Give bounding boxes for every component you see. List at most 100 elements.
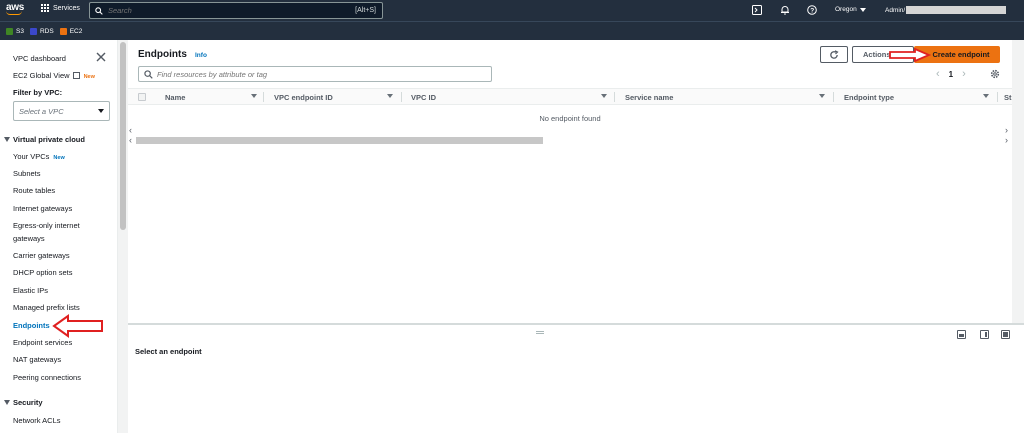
- sort-icon[interactable]: [601, 94, 607, 98]
- pagination: ‹ 1 ›: [936, 68, 966, 80]
- sidebar-item-managed-prefix-lists[interactable]: Managed prefix lists: [13, 303, 80, 312]
- sidebar-item-subnets[interactable]: Subnets: [13, 169, 41, 178]
- favorite-label: EC2: [69, 27, 83, 35]
- column-header-status[interactable]: St: [1004, 93, 1012, 102]
- column-header-service-name[interactable]: Service name: [625, 93, 673, 102]
- column-divider[interactable]: [263, 92, 264, 102]
- sidebar-item-egress-only-internet-gateways-line2[interactable]: gateways: [13, 234, 45, 243]
- column-divider[interactable]: [833, 92, 834, 102]
- redacted-account-id: [906, 6, 1007, 14]
- info-link[interactable]: Info: [195, 52, 207, 59]
- sidebar-item-network-acls[interactable]: Network ACLs: [13, 416, 61, 425]
- sidebar-item-label: Your VPCs: [13, 152, 50, 161]
- sidebar-item-internet-gateways[interactable]: Internet gateways: [13, 204, 72, 213]
- close-icon[interactable]: [96, 52, 106, 62]
- favorite-s3[interactable]: S3: [6, 27, 24, 35]
- scrollbar-thumb[interactable]: [120, 42, 126, 230]
- favorite-label: S3: [16, 27, 24, 35]
- section-virtual-private-cloud[interactable]: Virtual private cloud: [4, 135, 85, 144]
- caret-down-icon: [98, 109, 104, 113]
- caret-down-icon: [4, 400, 10, 405]
- column-divider[interactable]: [997, 92, 998, 102]
- sort-icon[interactable]: [819, 94, 825, 98]
- region-label: Oregon: [835, 6, 857, 13]
- sidebar-scrollbar[interactable]: [118, 40, 128, 433]
- resource-filter[interactable]: [138, 66, 492, 82]
- column-header-vpc-id[interactable]: VPC ID: [411, 93, 436, 102]
- panel-bottom-icon[interactable]: [957, 330, 966, 339]
- cloudshell-icon[interactable]: [752, 5, 762, 15]
- services-menu-button[interactable]: Services: [41, 4, 80, 12]
- search-icon: [144, 69, 153, 79]
- section-label: Security: [13, 398, 43, 407]
- sidebar: VPC dashboard EC2 Global View New Filter …: [0, 40, 118, 433]
- global-search[interactable]: [Alt+S]: [89, 2, 383, 19]
- section-label: Virtual private cloud: [13, 135, 85, 144]
- help-icon[interactable]: ?: [807, 5, 817, 15]
- chevron-left-icon[interactable]: ‹: [129, 125, 132, 135]
- sidebar-item-vpc-dashboard[interactable]: VPC dashboard: [13, 54, 66, 63]
- resize-handle-icon[interactable]: [536, 331, 544, 334]
- sort-icon[interactable]: [983, 94, 989, 98]
- grid-icon: [41, 4, 49, 12]
- select-all-checkbox[interactable]: [138, 93, 146, 101]
- empty-state-message: No endpoint found: [539, 114, 601, 123]
- main-scrollbar[interactable]: [1012, 40, 1024, 323]
- column-header-endpoint-type[interactable]: Endpoint type: [844, 93, 894, 102]
- refresh-button[interactable]: [820, 46, 848, 63]
- column-divider[interactable]: [614, 92, 615, 102]
- column-divider[interactable]: [401, 92, 402, 102]
- table-horizontal-scrollbar[interactable]: ‹ ›: [128, 135, 1012, 145]
- sidebar-item-dhcp-option-sets[interactable]: DHCP option sets: [13, 268, 72, 277]
- chevron-right-icon[interactable]: ›: [962, 68, 966, 80]
- sidebar-item-nat-gateways[interactable]: NAT gateways: [13, 355, 61, 364]
- sidebar-item-ec2-global-view[interactable]: EC2 Global View New: [13, 71, 95, 80]
- rds-icon: [29, 27, 37, 35]
- chevron-left-icon[interactable]: ‹: [936, 68, 940, 80]
- vpc-filter-select[interactable]: Select a VPC: [13, 101, 110, 121]
- external-link-icon: [72, 72, 80, 79]
- favorite-rds[interactable]: RDS: [29, 27, 54, 35]
- sidebar-item-label: EC2 Global View: [13, 71, 70, 80]
- chevron-right-icon[interactable]: ›: [1005, 135, 1008, 145]
- search-icon: [95, 6, 103, 15]
- sidebar-item-peering-connections[interactable]: Peering connections: [13, 373, 81, 382]
- sidebar-item-route-tables[interactable]: Route tables: [13, 186, 55, 195]
- region-selector[interactable]: Oregon: [835, 6, 866, 13]
- resource-filter-input[interactable]: [157, 69, 477, 79]
- favorite-ec2[interactable]: EC2: [59, 27, 83, 35]
- gear-icon[interactable]: [990, 69, 1000, 79]
- top-navigation: aws Services [Alt+S] ? Oregon Admin/: [0, 0, 1024, 21]
- aws-logo[interactable]: aws: [6, 3, 28, 18]
- sort-icon[interactable]: [387, 94, 393, 98]
- column-header-name[interactable]: Name: [165, 93, 185, 102]
- search-shortcut: [Alt+S]: [355, 7, 376, 14]
- scrollbar-thumb[interactable]: [136, 137, 543, 144]
- svg-text:?: ?: [810, 8, 814, 15]
- s3-icon: [6, 27, 13, 35]
- sidebar-item-your-vpcs[interactable]: Your VPCs New: [13, 152, 65, 161]
- sidebar-item-endpoints[interactable]: Endpoints: [13, 321, 50, 330]
- page-number[interactable]: 1: [949, 70, 953, 79]
- endpoints-panel: Endpoints Info Actions Create endpoint ‹…: [128, 40, 1012, 323]
- sort-icon[interactable]: [251, 94, 257, 98]
- split-panel-title: Select an endpoint: [135, 347, 202, 356]
- sidebar-item-egress-only-internet-gateways[interactable]: Egress-only internet: [13, 221, 80, 230]
- caret-down-icon: [859, 7, 866, 12]
- search-input[interactable]: [108, 6, 308, 15]
- sidebar-item-elastic-ips[interactable]: Elastic IPs: [13, 286, 48, 295]
- bell-icon[interactable]: [780, 5, 790, 15]
- favorite-label: RDS: [39, 27, 54, 35]
- account-menu[interactable]: Admin/: [885, 6, 1007, 14]
- chevron-left-icon[interactable]: ‹: [129, 135, 132, 145]
- section-security[interactable]: Security: [4, 398, 43, 407]
- column-header-vpc-endpoint-id[interactable]: VPC endpoint ID: [274, 93, 333, 102]
- details-split-panel: Select an endpoint: [128, 325, 1024, 433]
- sidebar-item-carrier-gateways[interactable]: Carrier gateways: [13, 251, 70, 260]
- ec2-icon: [59, 27, 67, 35]
- panel-maximize-icon[interactable]: [1001, 330, 1010, 339]
- refresh-icon: [830, 49, 839, 59]
- sidebar-item-endpoint-services[interactable]: Endpoint services: [13, 338, 72, 347]
- chevron-right-icon[interactable]: ›: [1005, 125, 1008, 135]
- panel-side-icon[interactable]: [980, 330, 989, 339]
